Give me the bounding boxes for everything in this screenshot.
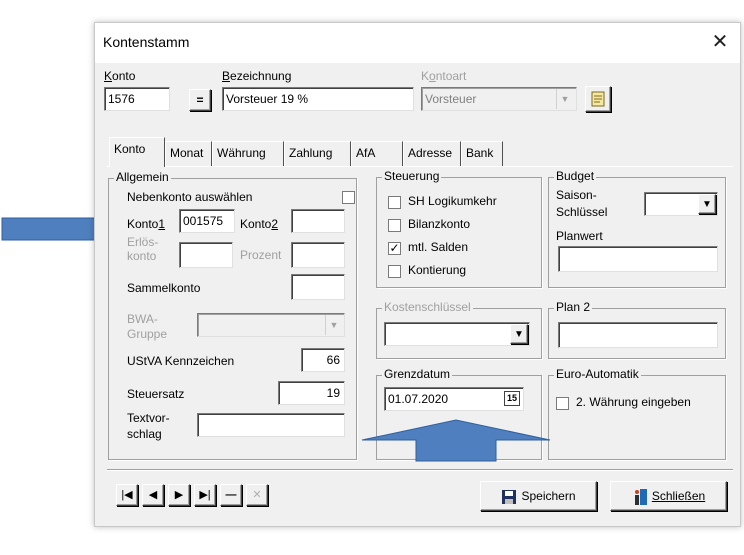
- last-record-button[interactable]: ▶|: [194, 484, 216, 506]
- ustva-label: UStVA Kennzeichen: [127, 354, 235, 368]
- bwa-gruppe-select: [197, 313, 345, 337]
- kontoart-value: Vorsteuer: [425, 92, 477, 106]
- kostenschluessel-title: Kostenschlüssel: [382, 300, 473, 314]
- notebook-icon[interactable]: [585, 86, 611, 112]
- save-button[interactable]: Speichern: [480, 481, 597, 511]
- planwert-input[interactable]: [558, 246, 718, 272]
- planwert-label: Planwert: [556, 229, 603, 243]
- textvorschlag-label: Textvor- schlag: [127, 411, 170, 441]
- tab-zahlung[interactable]: Zahlung: [284, 141, 351, 166]
- mtl-salden-checkbox[interactable]: ✓: [388, 242, 401, 255]
- konto-label: Konto: [104, 69, 136, 83]
- kontoart-dropdown-icon: ▼: [556, 89, 573, 109]
- konto2-label: Konto2: [240, 217, 279, 231]
- steuersatz-input[interactable]: 19: [278, 381, 345, 405]
- cancel-record-button: ✕: [246, 484, 268, 506]
- kostenschluessel-select[interactable]: [384, 322, 530, 346]
- nebenkonto-checkbox[interactable]: [342, 191, 355, 204]
- grenzdatum-title: Grenzdatum: [382, 367, 453, 381]
- textvorschlag-input[interactable]: [197, 413, 345, 437]
- erloeskonto-input[interactable]: [179, 242, 233, 268]
- sammelkonto-label: Sammelkonto: [127, 281, 201, 295]
- nebenkonto-label: Nebenkonto auswählen: [127, 190, 253, 204]
- bezeichnung-input[interactable]: Vorsteuer 19 %: [222, 87, 414, 111]
- tab-adresse[interactable]: Adresse: [403, 141, 461, 166]
- bwa-gruppe-label: BWA- Gruppe: [127, 312, 168, 341]
- sammelkonto-input[interactable]: [291, 274, 345, 300]
- prozent-label: Prozent: [240, 248, 282, 262]
- tab-monat[interactable]: Monat: [165, 141, 212, 166]
- konto2-input[interactable]: [291, 209, 345, 233]
- mtl-salden-label: mtl. Salden: [408, 240, 469, 254]
- footer-separator: [107, 469, 733, 470]
- kontierung-label: Kontierung: [408, 263, 467, 277]
- tab-monat-label: Monat: [170, 146, 204, 160]
- steuerung-title: Steuerung: [382, 169, 442, 183]
- window-title: Kontenstamm: [103, 34, 190, 50]
- tab-konto[interactable]: Konto: [109, 137, 165, 167]
- euro-automatik-title: Euro-Automatik: [554, 367, 641, 381]
- allgemein-title: Allgemein: [114, 170, 171, 184]
- zweite-waehrung-checkbox[interactable]: [556, 397, 569, 410]
- plan2-input[interactable]: [558, 322, 718, 348]
- zweite-waehrung-label: 2. Währung eingeben: [576, 395, 691, 409]
- record-nav: |◀ ◀ ▶ ▶| — ✕: [116, 484, 286, 510]
- tab-konto-label: Konto: [114, 142, 146, 156]
- tab-afa-label: AfA: [356, 146, 376, 160]
- tab-zahlung-label: Zahlung: [289, 146, 333, 160]
- kostenschluessel-dropdown-icon[interactable]: ▼: [510, 324, 528, 344]
- sh-logikumkehr-label: SH Logikumkehr: [408, 194, 497, 208]
- kontierung-checkbox[interactable]: [388, 265, 401, 278]
- bilanzkonto-checkbox[interactable]: [388, 219, 401, 232]
- calendar-icon[interactable]: 15: [504, 391, 520, 406]
- erloeskonto-label: Erlös- konto: [127, 235, 159, 263]
- first-record-button[interactable]: |◀: [116, 484, 138, 506]
- bilanzkonto-label: Bilanzkonto: [408, 217, 471, 231]
- tab-bank-label: Bank: [466, 146, 494, 160]
- steuersatz-label: Steuersatz: [127, 387, 185, 401]
- tab-waehrung-label: Währung: [217, 146, 266, 160]
- tab-strip-line: [107, 166, 733, 167]
- bezeichnung-label: Bezeichnung: [222, 69, 292, 83]
- plan2-title: Plan 2: [554, 300, 593, 314]
- konto1-input[interactable]: 001575: [179, 209, 235, 233]
- schliessen-label: Schließen: [651, 489, 706, 503]
- tab-waehrung[interactable]: Währung: [212, 141, 284, 166]
- tab-bank[interactable]: Bank: [461, 141, 503, 166]
- delete-record-button[interactable]: —: [220, 484, 242, 506]
- konto1-label: Konto1: [127, 217, 166, 231]
- ustva-input[interactable]: 66: [301, 348, 345, 372]
- sh-logikumkehr-checkbox[interactable]: [388, 196, 401, 209]
- schliessen-button[interactable]: Schließen: [610, 481, 727, 511]
- prev-record-button[interactable]: ◀: [142, 484, 164, 506]
- title-bar: Kontenstamm ✕: [95, 23, 740, 63]
- bwa-dropdown-icon: ▼: [325, 315, 342, 335]
- kontoart-label: Kontoart: [421, 69, 467, 83]
- close-icon[interactable]: ✕: [707, 29, 733, 55]
- floppy-icon: [502, 489, 517, 504]
- euro-automatik-group: [548, 375, 726, 460]
- tab-afa[interactable]: AfA: [351, 141, 403, 166]
- equals-button[interactable]: =: [189, 89, 211, 111]
- save-label: Speichern: [521, 489, 576, 503]
- saison-dropdown-icon[interactable]: ▼: [698, 194, 716, 214]
- kontoart-select: Vorsteuer: [421, 87, 577, 111]
- next-record-button[interactable]: ▶: [168, 484, 190, 506]
- prozent-input[interactable]: [291, 242, 345, 268]
- annotation-arrow-up: [361, 419, 551, 462]
- budget-title: Budget: [554, 169, 597, 183]
- grenzdatum-input[interactable]: 01.07.2020: [384, 387, 524, 411]
- exit-door-icon: [634, 488, 647, 505]
- saison-schluessel-label: Saison- Schlüssel: [556, 188, 608, 219]
- tab-adresse-label: Adresse: [408, 146, 453, 160]
- konto-input[interactable]: 1576: [104, 87, 170, 111]
